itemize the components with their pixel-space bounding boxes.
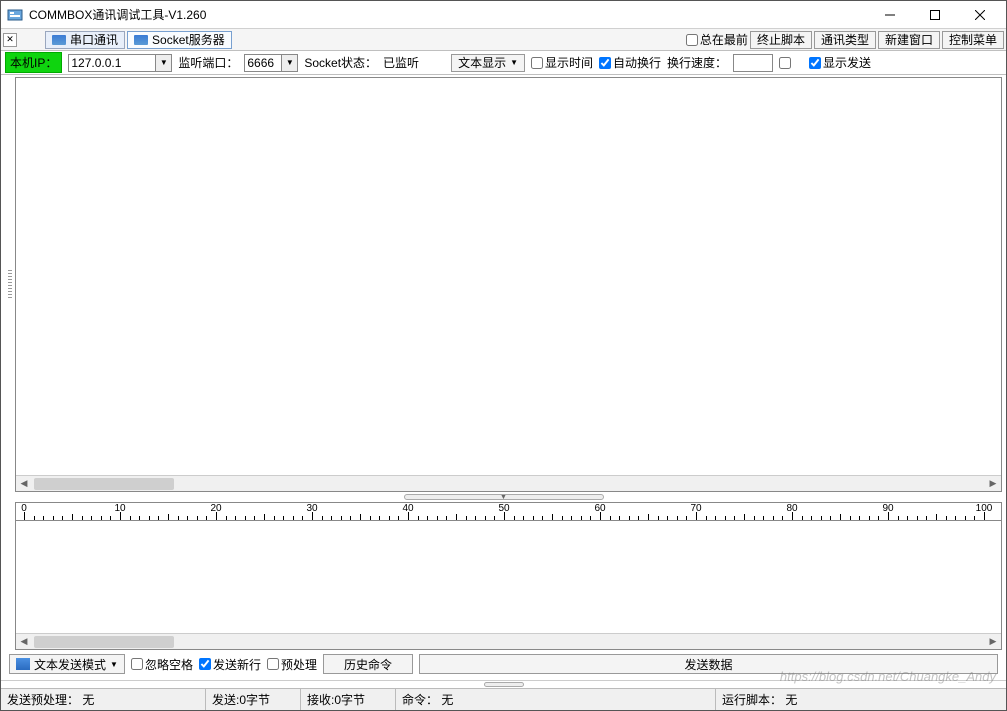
ruler-mark: 80 [786,503,797,514]
left-splitter[interactable] [5,77,15,492]
bottom-splitter[interactable] [1,680,1006,688]
output-h-scrollbar[interactable]: ◀ ▶ [16,475,1001,491]
ruler-mark: 50 [498,503,509,514]
ignore-space-checkbox[interactable]: 忽略空格 [131,656,193,673]
status-recv: 接收:0字节 [307,691,365,708]
scroll-thumb[interactable] [34,478,174,490]
new-window-button[interactable]: 新建窗口 [878,31,940,49]
status-cmd-label: 命令： [402,691,438,708]
preprocess-checkbox[interactable]: 预处理 [267,656,317,673]
status-cmd-value: 无 [441,691,453,708]
titlebar: COMMBOX通讯调试工具-V1.260 [1,1,1006,29]
port-input[interactable] [244,54,282,72]
listen-port-label: 监听端口： [178,54,238,71]
always-on-top-label: 总在最前 [700,31,748,48]
tab-toolbar: ✕ 串口通讯 Socket服务器 总在最前 终止脚本 通讯类型 新建窗口 控制菜… [1,29,1006,51]
status-script-label: 运行脚本： [722,691,782,708]
tab-serial-label: 串口通讯 [70,31,118,48]
socket-status-value: 已监听 [383,54,419,71]
tab-serial[interactable]: 串口通讯 [45,31,125,49]
close-button[interactable] [957,1,1002,28]
local-ip-label: 本机IP： [5,52,62,73]
input-textarea[interactable]: ◀ ▶ [15,520,1002,650]
horizontal-splitter[interactable] [5,492,1002,502]
scroll-right-icon[interactable]: ▶ [985,635,1001,649]
wrap-speed-label: 换行速度： [667,54,727,71]
status-preprocess-label: 发送预处理： [7,691,79,708]
scroll-thumb[interactable] [34,636,174,648]
document-icon [16,658,30,670]
send-data-button[interactable]: 发送数据 [419,654,998,674]
minimize-button[interactable] [867,1,912,28]
ruler: 0 10 20 30 40 50 60 70 80 90 100 [15,502,1002,520]
app-title: COMMBOX通讯调试工具-V1.260 [29,6,867,23]
scroll-left-icon[interactable]: ◀ [16,477,32,491]
ip-input[interactable] [68,54,156,72]
status-script-value: 无 [785,691,797,708]
close-tab-button[interactable]: ✕ [3,33,17,47]
scroll-right-icon[interactable]: ▶ [985,477,1001,491]
scroll-left-icon[interactable]: ◀ [16,635,32,649]
show-send-checkbox[interactable]: 显示发送 [809,54,871,71]
ruler-mark: 100 [976,503,993,514]
always-on-top-checkbox[interactable]: 总在最前 [686,31,748,48]
send-newline-checkbox[interactable]: 发送新行 [199,656,261,673]
socket-icon [134,35,148,45]
ruler-mark: 10 [114,503,125,514]
port-dropdown-icon[interactable]: ▼ [282,54,298,72]
tab-socket-label: Socket服务器 [152,31,225,48]
ruler-mark: 90 [882,503,893,514]
ruler-mark: 60 [594,503,605,514]
ruler-mark: 70 [690,503,701,514]
ruler-mark: 30 [306,503,317,514]
ip-dropdown-icon[interactable]: ▼ [156,54,172,72]
status-sent: 发送:0字节 [212,691,270,708]
main-area: ◀ ▶ 0 10 20 30 40 50 60 70 80 90 100 ◀ ▶ [1,75,1006,650]
input-h-scrollbar[interactable]: ◀ ▶ [16,633,1001,649]
text-display-button[interactable]: 文本显示▼ [451,54,525,72]
ruler-mark: 40 [402,503,413,514]
serial-icon [52,35,66,45]
control-menu-button[interactable]: 控制菜单 [942,31,1004,49]
ruler-mark: 0 [21,503,27,514]
auto-wrap-checkbox[interactable]: 自动换行 [599,54,661,71]
wrap-speed-input[interactable] [733,54,773,72]
comm-type-button[interactable]: 通讯类型 [814,31,876,49]
output-textarea[interactable]: ◀ ▶ [15,77,1002,492]
status-preprocess-value: 无 [82,691,94,708]
window-controls [867,1,1002,28]
ruler-mark: 20 [210,503,221,514]
maximize-button[interactable] [912,1,957,28]
ip-combo[interactable]: ▼ [68,54,172,72]
tab-socket[interactable]: Socket服务器 [127,31,232,49]
chevron-down-icon: ▼ [510,58,518,67]
socket-status-label: Socket状态： [304,54,377,71]
stop-script-button[interactable]: 终止脚本 [750,31,812,49]
wrap-speed-toggle[interactable] [779,57,791,69]
connection-toolbar: 本机IP： ▼ 监听端口： ▼ Socket状态： 已监听 文本显示▼ 显示时间… [1,51,1006,75]
statusbar: 发送预处理： 无 发送:0字节 接收:0字节 命令： 无 运行脚本： 无 [1,688,1006,710]
send-mode-button[interactable]: 文本发送模式 ▼ [9,654,125,674]
show-time-checkbox[interactable]: 显示时间 [531,54,593,71]
chevron-down-icon: ▼ [110,660,118,669]
history-button[interactable]: 历史命令 [323,654,413,674]
port-combo[interactable]: ▼ [244,54,298,72]
app-icon [7,7,23,23]
send-toolbar: 文本发送模式 ▼ 忽略空格 发送新行 预处理 历史命令 发送数据 [5,652,1002,676]
